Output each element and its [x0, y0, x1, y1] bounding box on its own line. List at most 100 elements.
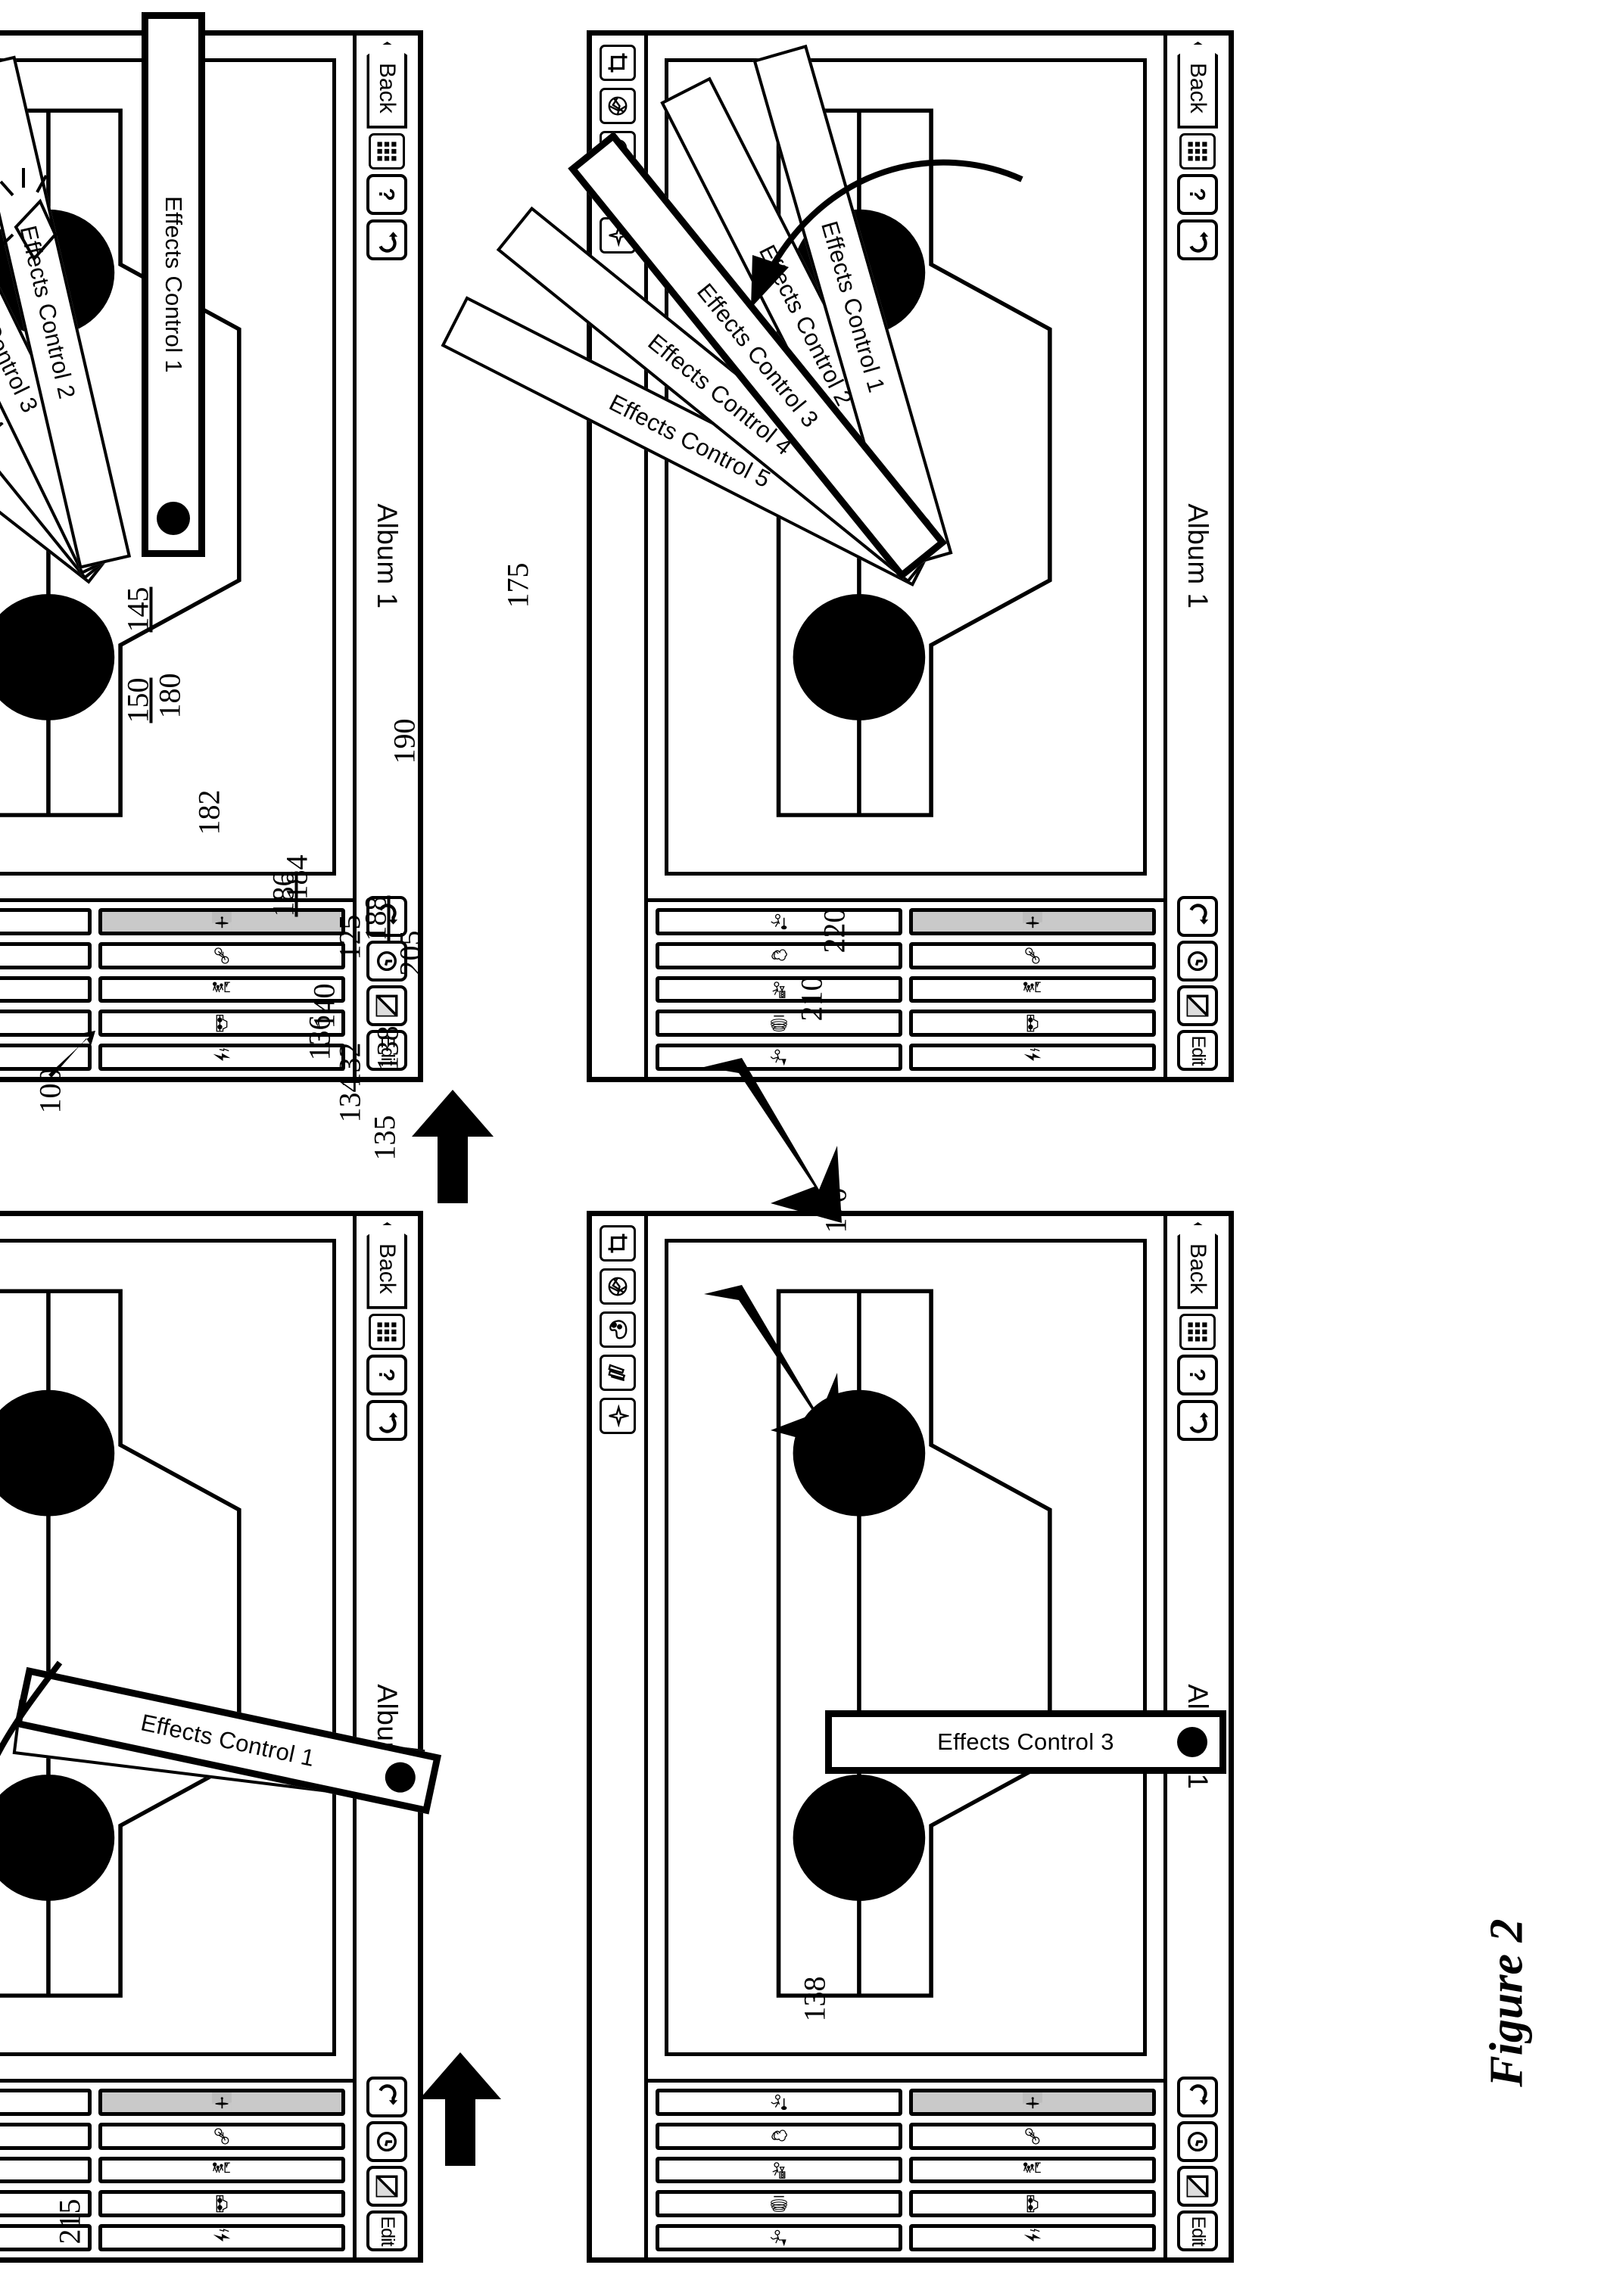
ref-215: 215 — [52, 2198, 87, 2245]
thumbnail-trees[interactable] — [656, 941, 902, 969]
ref-138: 138 — [370, 1025, 405, 1072]
collapse-arrow-3 — [0, 1660, 63, 1853]
thumbnail-group-people[interactable] — [98, 2156, 345, 2184]
patent-figure-sheet: Back ? Album 1 Edit Effects Control 1 Ef… — [0, 0, 1601, 2296]
ref-138-panel3: 138 — [797, 1976, 832, 2022]
back-button-1[interactable]: Back — [367, 42, 408, 129]
help-icon[interactable]: ? — [1177, 173, 1219, 215]
thumbnail-bicycle[interactable] — [909, 941, 1156, 969]
ref-182: 182 — [192, 789, 226, 835]
thumbnail-airplane[interactable] — [909, 2089, 1156, 2116]
flow-arrow-panel3-to-panel4 — [419, 2052, 501, 2166]
thumbnail-person-kite[interactable] — [656, 908, 902, 935]
redo-icon[interactable] — [1177, 896, 1219, 937]
back-button-2[interactable]: Back — [1178, 42, 1219, 129]
svg-text:?: ? — [375, 188, 399, 201]
thumbnail-airplane[interactable] — [98, 2089, 345, 2116]
thumbnail-bicycle[interactable] — [98, 2122, 345, 2150]
ref-220: 220 — [817, 907, 852, 954]
swipe-arc-arrow — [751, 159, 1023, 308]
back-button-4[interactable]: Back — [1178, 1222, 1219, 1309]
keypad-icon[interactable] — [369, 132, 406, 170]
lead-line-100 — [48, 1031, 95, 1078]
keypad-icon[interactable] — [369, 1313, 406, 1350]
mask-icon[interactable] — [1177, 985, 1219, 1026]
thumbnail-car[interactable] — [909, 2190, 1156, 2218]
palette-icon[interactable] — [600, 1311, 637, 1348]
figure-caption: Figure 2 — [1481, 1918, 1533, 2087]
ref-134: 134 — [332, 1077, 367, 1123]
back-button-3[interactable]: Back — [367, 1222, 408, 1309]
thumbnail-trees[interactable] — [0, 2122, 92, 2150]
photo-canvas-2: Effects Control 1 Effects Control 2 Effe… — [441, 44, 1147, 876]
thumbnail-trees[interactable] — [656, 2122, 902, 2150]
crop-icon[interactable] — [600, 45, 637, 81]
effects-handle-dot-3[interactable] — [382, 1759, 419, 1796]
device-screen-2: Back ? Album 1 Edit Effects Control 1 Ef… — [441, 30, 1234, 1082]
edit-button-3[interactable]: Edit — [366, 2210, 408, 2251]
effects-handle-dot-1[interactable] — [157, 502, 190, 535]
edit-button-4[interactable]: Edit — [1177, 2210, 1219, 2251]
thumbnail-bicycle[interactable] — [909, 2122, 1156, 2150]
thumbnail-airplane[interactable] — [909, 908, 1156, 935]
thumbnail-person-kite[interactable] — [656, 2089, 902, 2116]
sparkle-icon[interactable] — [600, 1398, 637, 1434]
brushes-icon[interactable] — [600, 1355, 637, 1391]
keypad-icon[interactable] — [1179, 132, 1216, 170]
ref-205: 205 — [393, 930, 428, 976]
effects-control-1-panel1[interactable]: Effects Control 1 — [142, 12, 205, 557]
mask-icon[interactable] — [366, 985, 408, 1026]
svg-text:?: ? — [1185, 188, 1210, 201]
thumbnail-trees[interactable] — [0, 941, 92, 969]
effects-handle-dot-4[interactable] — [1177, 1727, 1207, 1757]
thumbnail-car[interactable] — [909, 1010, 1156, 1038]
edit-button-2[interactable]: Edit — [1177, 1030, 1219, 1071]
photo-canvas-3: Effects Control 1 Effects — [0, 1239, 442, 2056]
undo-icon[interactable] — [1177, 219, 1219, 260]
thumbnail-person-camera[interactable] — [0, 975, 92, 1003]
thumbnail-lightning[interactable] — [909, 1044, 1156, 1071]
ref-210: 210 — [794, 975, 829, 1022]
mask-icon[interactable] — [366, 2166, 408, 2207]
thumbnail-person-camera[interactable] — [656, 975, 902, 1003]
crop-icon[interactable] — [600, 1225, 637, 1262]
thumbnail-group-people[interactable] — [909, 2156, 1156, 2184]
thumbnail-person-flag[interactable] — [656, 2224, 902, 2251]
thumbnail-person-kite[interactable] — [0, 2089, 92, 2116]
help-icon[interactable]: ? — [366, 1354, 408, 1395]
aperture-icon[interactable] — [600, 88, 637, 124]
ref-190: 190 — [387, 718, 422, 764]
thumbnail-group-people[interactable] — [909, 975, 1156, 1003]
help-icon[interactable]: ? — [1177, 1354, 1219, 1395]
edit-toolbar-4 — [592, 1216, 648, 2257]
redo-icon[interactable] — [1177, 2077, 1219, 2117]
help-icon[interactable]: ? — [366, 173, 408, 215]
thumbnail-fan[interactable] — [656, 1010, 902, 1038]
undo-icon[interactable] — [366, 219, 408, 260]
keypad-icon[interactable] — [1179, 1313, 1216, 1350]
clock-icon[interactable] — [1177, 2121, 1219, 2162]
thumbnail-car[interactable] — [98, 2190, 345, 2218]
mask-icon[interactable] — [1177, 2166, 1219, 2207]
thumbnail-lightning[interactable] — [909, 2224, 1156, 2251]
thumbnail-person-kite[interactable] — [0, 908, 92, 935]
thumbnail-bicycle[interactable] — [98, 941, 345, 969]
flow-arrow-panel2-to-panel4 — [704, 1285, 842, 1450]
canvas-area-2: Effects Control 1 Effects Control 2 Effe… — [441, 36, 1163, 898]
ref-140: 140 — [307, 983, 341, 1029]
thumbnail-fan[interactable] — [656, 2190, 902, 2218]
clock-icon[interactable] — [1177, 941, 1219, 982]
svg-text:?: ? — [1185, 1368, 1210, 1381]
effects-control-3-panel4[interactable]: Effects Control 3 — [825, 1710, 1226, 1774]
aperture-icon[interactable] — [600, 1268, 637, 1305]
thumbnail-person-camera[interactable] — [0, 2156, 92, 2184]
undo-icon[interactable] — [1177, 1399, 1219, 1441]
ref-175: 175 — [500, 562, 535, 608]
thumbnail-airplane[interactable] — [98, 908, 345, 935]
undo-icon[interactable] — [366, 1399, 408, 1441]
filmstrip-4 — [648, 2079, 1163, 2257]
thumbnail-lightning[interactable] — [98, 2224, 345, 2251]
ref-186: 186 — [266, 871, 301, 917]
ref-145: 145 — [120, 586, 155, 633]
thumbnail-person-camera[interactable] — [656, 2156, 902, 2184]
